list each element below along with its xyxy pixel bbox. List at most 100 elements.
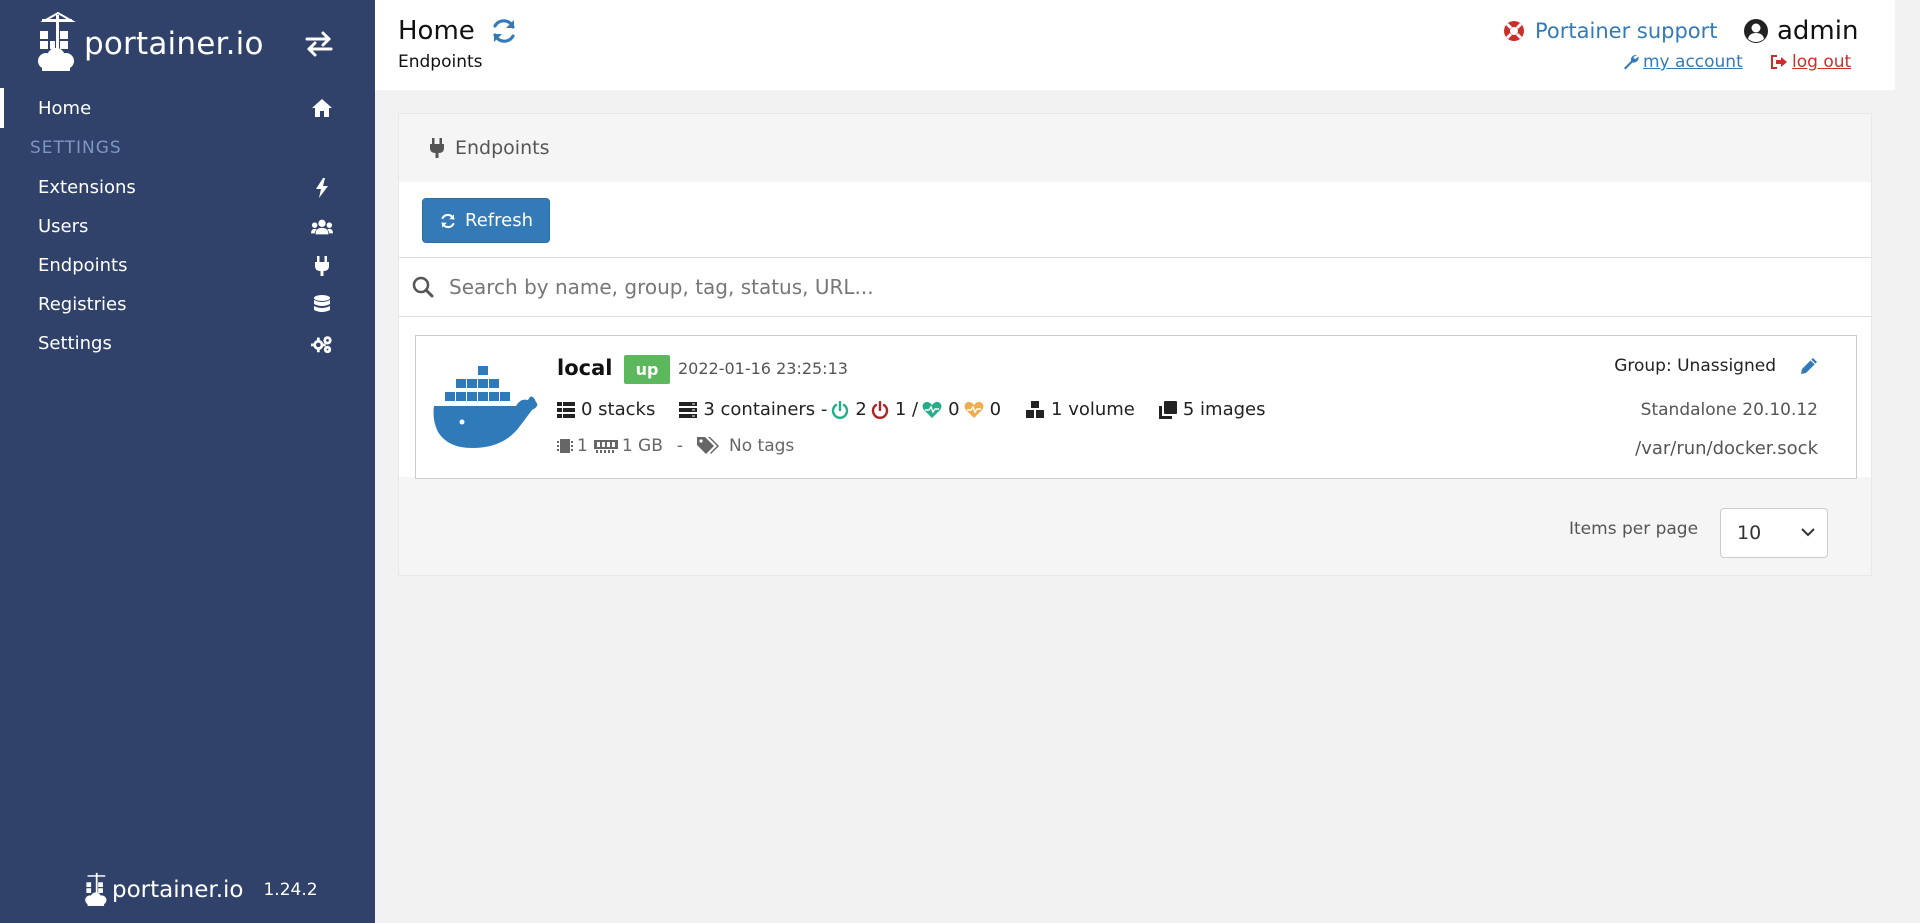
endpoint-list: local up 2022-01-16 23:25:13 0 stacks 3 … — [399, 317, 1871, 479]
brand-logo[interactable]: portainer.io — [36, 8, 264, 80]
sidebar-item-label: Home — [38, 97, 92, 119]
running-count: 2 — [855, 399, 867, 420]
widget-footer: Items per page 10 — [399, 477, 1871, 577]
sidebar-footer: portainer.io 1.24.2 — [84, 870, 318, 910]
refresh-icon[interactable] — [489, 16, 519, 46]
containers-count: 3 containers - — [703, 399, 828, 420]
log-out-label: log out — [1792, 52, 1852, 72]
sidebar-item-extensions[interactable]: Extensions — [0, 168, 375, 207]
endpoint-url: /var/run/docker.sock — [1635, 438, 1818, 459]
docker-logo-icon — [433, 366, 538, 448]
support-label: Portainer support — [1535, 19, 1718, 43]
cpu-count: 1 — [577, 436, 588, 456]
search-icon — [412, 276, 434, 298]
endpoints-widget: Endpoints Refresh Search by name, group,… — [398, 113, 1872, 576]
stacks-stat: 0 stacks — [557, 399, 655, 420]
sidebar-item-registries[interactable]: Registries — [0, 285, 375, 324]
sidebar-item-settings[interactable]: Settings — [0, 324, 375, 363]
sidebar-item-endpoints[interactable]: Endpoints — [0, 246, 375, 285]
endpoint-name: local — [557, 356, 613, 380]
server-icon — [679, 401, 698, 418]
footer-brand-name: portainer.io — [112, 877, 244, 903]
memory-amount: 1 GB — [621, 436, 663, 456]
items-per-page-value: 10 — [1737, 522, 1762, 544]
widget-toolbar: Refresh — [399, 182, 1871, 258]
tags-icon — [697, 437, 720, 454]
volumes-count: 1 volume — [1051, 399, 1135, 420]
wrench-icon — [1624, 54, 1639, 70]
endpoint-version: Standalone 20.10.12 — [1640, 400, 1818, 420]
memory-icon — [593, 440, 618, 453]
tags-label: No tags — [729, 436, 795, 456]
sidebar-item-label: Registries — [38, 294, 127, 315]
sidebar-item-label: Extensions — [38, 177, 136, 198]
cpu-icon — [557, 439, 573, 453]
sidebar-nav: Home SETTINGS Extensions Users Endpoints — [0, 88, 375, 363]
items-per-page-select[interactable]: 10 — [1720, 508, 1828, 558]
portainer-logo-icon — [85, 872, 107, 906]
stopped-stat: 1 / — [871, 399, 918, 420]
search-bar — [399, 258, 1871, 317]
cubes-icon — [1026, 400, 1045, 418]
images-stat: 5 images — [1158, 399, 1266, 420]
volumes-stat: 1 volume — [1025, 399, 1135, 420]
heartbeat-unhealthy-icon — [964, 401, 984, 418]
chevron-down-icon — [1801, 528, 1815, 537]
healthy-stat: 0 — [922, 399, 960, 420]
page-title-text: Home — [398, 16, 475, 46]
page-header: Home Endpoints Portainer support admin m… — [375, 0, 1895, 90]
support-link[interactable]: Portainer support — [1503, 19, 1718, 43]
power-running-icon — [832, 400, 849, 419]
endpoint-resources: 1 1 GB - No tags — [557, 436, 794, 456]
containers-stat: 3 containers - — [679, 399, 827, 420]
portainer-logo-icon — [38, 11, 76, 71]
heartbeat-healthy-icon — [922, 401, 942, 418]
healthy-count: 0 — [948, 399, 960, 420]
life-ring-icon — [1504, 21, 1524, 41]
bolt-icon — [311, 177, 333, 199]
sidebar-item-users[interactable]: Users — [0, 207, 375, 246]
sidebar-item-home[interactable]: Home — [0, 88, 375, 128]
endpoint-card[interactable]: local up 2022-01-16 23:25:13 0 stacks 3 … — [415, 335, 1857, 479]
power-stopped-icon — [871, 400, 889, 419]
version-label: 1.24.2 — [263, 880, 318, 900]
unhealthy-stat: 0 — [964, 399, 1001, 420]
page-title: Home — [398, 16, 519, 46]
sidebar-section-settings: SETTINGS — [30, 138, 122, 158]
images-count: 5 images — [1182, 399, 1266, 420]
refresh-button[interactable]: Refresh — [422, 198, 550, 243]
clone-icon — [1158, 400, 1177, 419]
endpoint-timestamp: 2022-01-16 23:25:13 — [678, 359, 848, 378]
users-icon — [311, 216, 333, 238]
log-out-link[interactable]: log out — [1770, 52, 1851, 72]
brand-name: portainer.io — [84, 26, 264, 62]
my-account-link[interactable]: my account — [1623, 52, 1743, 72]
user-circle-icon — [1744, 19, 1768, 43]
th-list-icon — [557, 401, 575, 418]
refresh-icon — [441, 213, 455, 228]
user-menu: admin — [1743, 16, 1858, 46]
plug-icon — [430, 138, 444, 158]
unhealthy-count: 0 — [989, 399, 1002, 420]
my-account-label: my account — [1643, 52, 1743, 72]
refresh-button-label: Refresh — [465, 210, 533, 231]
items-per-page-label: Items per page — [1569, 519, 1699, 539]
stopped-count: 1 / — [894, 399, 919, 420]
search-input[interactable] — [449, 275, 1829, 299]
sidebar-item-label: Users — [38, 216, 89, 237]
widget-title: Endpoints — [455, 137, 550, 159]
breadcrumb: Endpoints — [398, 52, 483, 72]
cogs-icon — [311, 333, 333, 355]
endpoint-stats: 0 stacks 3 containers - 2 1 / 0 0 1 volu… — [557, 399, 1266, 420]
stacks-count: 0 stacks — [581, 399, 656, 420]
group-label: Group: Unassigned — [1614, 356, 1776, 376]
sidebar: portainer.io Home SETTINGS Extensions Us… — [0, 0, 375, 923]
sidebar-item-label: Settings — [38, 333, 112, 354]
separator: - — [676, 436, 684, 456]
sign-out-icon — [1771, 55, 1787, 69]
plug-icon — [311, 255, 333, 277]
status-badge: up — [624, 355, 670, 384]
exchange-icon[interactable] — [303, 28, 335, 60]
home-icon — [311, 97, 333, 119]
pencil-icon[interactable] — [1800, 357, 1818, 375]
